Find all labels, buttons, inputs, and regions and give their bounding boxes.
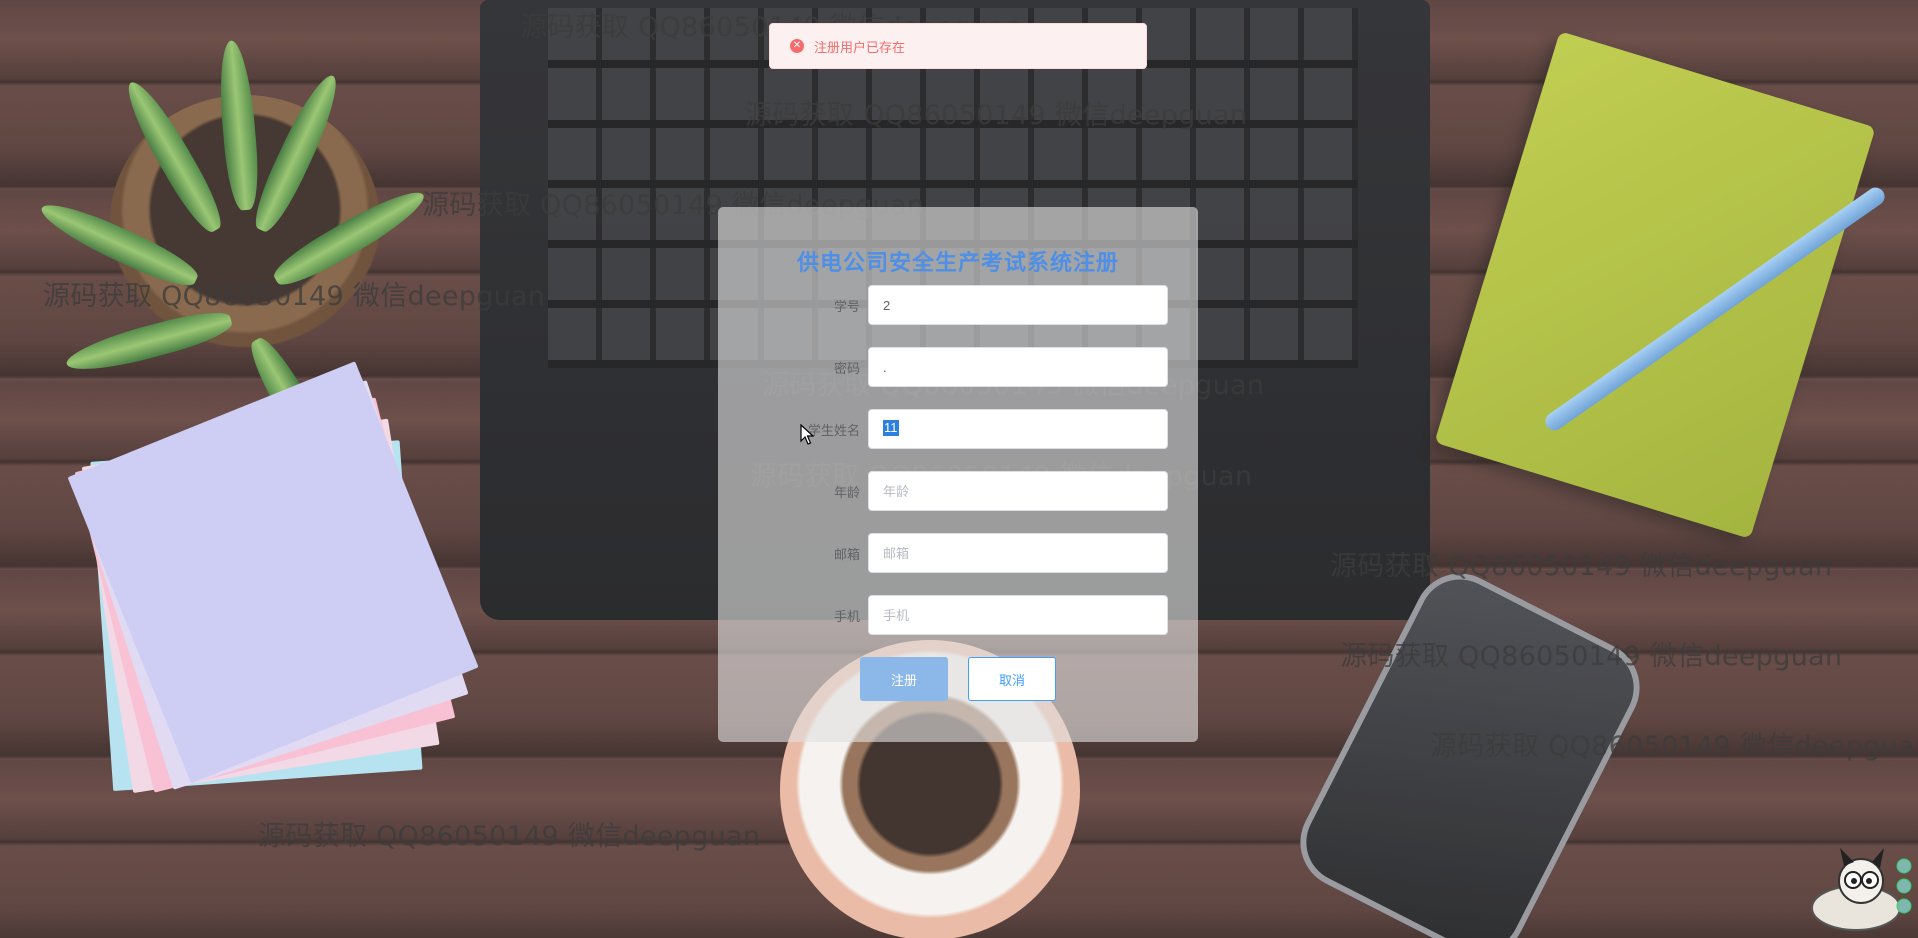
- form-row-email: 邮箱: [718, 533, 1198, 573]
- password-input[interactable]: [868, 347, 1168, 387]
- email-label: 邮箱: [833, 547, 860, 562]
- form-row-age: 年龄: [718, 471, 1198, 511]
- form-row-password: 密码: [718, 347, 1198, 387]
- page-title: 供电公司安全生产考试系统注册: [796, 251, 1119, 276]
- phone-input[interactable]: [868, 595, 1168, 635]
- student-name-label: 学生姓名: [807, 423, 860, 438]
- watermark: 源码获取 QQ86050149 微信deepguan: [745, 100, 1248, 131]
- form-row-phone: 手机: [718, 595, 1198, 635]
- watermark: 源码获取 QQ86050149 微信deepguan: [258, 821, 761, 852]
- error-toast: ✕ 注册用户已存在: [769, 23, 1147, 69]
- mouse-cursor-icon: [800, 424, 814, 445]
- age-label: 年龄: [833, 485, 860, 500]
- toast-message: 注册用户已存在: [814, 39, 906, 55]
- phone-label: 手机: [833, 609, 860, 624]
- error-circle-icon: ✕: [790, 39, 804, 53]
- form-row-student-name: 学生姓名 11: [718, 409, 1198, 449]
- password-label: 密码: [833, 361, 860, 376]
- watermark: 源码获取 QQ86050149 微信deepguan: [43, 281, 546, 312]
- form-row-student-id: 学号: [718, 285, 1198, 325]
- email-input[interactable]: [868, 533, 1168, 573]
- student-id-input[interactable]: [868, 285, 1168, 325]
- cat-mascot-icon: [1811, 848, 1912, 931]
- register-panel: 供电公司安全生产考试系统注册 学号 密码 学生姓名 11 年龄 邮箱 手机 注册…: [718, 207, 1198, 742]
- register-button[interactable]: 注册: [860, 657, 948, 701]
- watermark: 源码获取 QQ86050149 微信deepguan: [1430, 731, 1918, 762]
- age-input[interactable]: [868, 471, 1168, 511]
- student-name-input[interactable]: [868, 409, 1168, 449]
- student-id-label: 学号: [833, 299, 860, 314]
- watermark: 源码获取 QQ86050149 微信deepguan: [1340, 641, 1843, 672]
- cancel-button[interactable]: 取消: [968, 657, 1056, 701]
- watermark: 源码获取 QQ86050149 微信deepguan: [1330, 551, 1833, 582]
